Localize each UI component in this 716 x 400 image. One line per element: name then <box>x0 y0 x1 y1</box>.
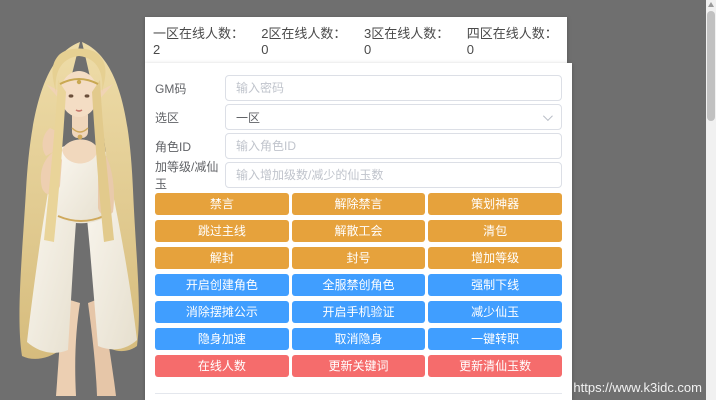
scrollbar-thumb[interactable] <box>707 11 715 121</box>
button-row-1: 禁言 解除禁言 策划神器 <box>155 193 562 215</box>
gm-panel-page: 一区在线人数：2 2区在线人数：0 3区在线人数：0 四区在线人数：0 GM码 … <box>0 0 716 400</box>
form-row-gm-code: GM码 <box>155 75 562 101</box>
role-id-label: 角色ID <box>155 138 225 155</box>
action-button-grid: 禁言 解除禁言 策划神器 跳过主线 解散工会 清包 解封 封号 增加等级 开启创… <box>155 193 562 377</box>
button-row-5: 消除摆摊公示 开启手机验证 减少仙玉 <box>155 301 562 323</box>
unban-button[interactable]: 解封 <box>155 247 289 269</box>
online-counts: 一区在线人数：2 2区在线人数：0 3区在线人数：0 四区在线人数：0 <box>145 23 567 57</box>
disband-guild-button[interactable]: 解散工会 <box>292 220 426 242</box>
skip-mainline-button[interactable]: 跳过主线 <box>155 220 289 242</box>
level-jade-input[interactable] <box>225 162 562 188</box>
button-row-7: 在线人数 更新关键词 更新清仙玉数 <box>155 355 562 377</box>
update-keywords-button[interactable]: 更新关键词 <box>292 355 426 377</box>
cancel-stealth-button[interactable]: 取消隐身 <box>292 328 426 350</box>
class-change-button[interactable]: 一键转职 <box>428 328 562 350</box>
unmute-button[interactable]: 解除禁言 <box>292 193 426 215</box>
role-id-input[interactable] <box>225 133 562 159</box>
planner-tool-button[interactable]: 策划神器 <box>428 193 562 215</box>
mute-button[interactable]: 禁言 <box>155 193 289 215</box>
chevron-down-icon <box>543 111 553 121</box>
zone4-online-count: 四区在线人数：0 <box>467 23 559 57</box>
button-row-2: 跳过主线 解散工会 清包 <box>155 220 562 242</box>
online-counts-card: 一区在线人数：2 2区在线人数：0 3区在线人数：0 四区在线人数：0 <box>145 17 567 63</box>
reduce-jade-button[interactable]: 减少仙玉 <box>428 301 562 323</box>
online-count-button[interactable]: 在线人数 <box>155 355 289 377</box>
disable-create-role-button[interactable]: 全服禁创角色 <box>292 274 426 296</box>
zone3-online-count: 3区在线人数：0 <box>364 23 451 57</box>
level-jade-label: 加等级/减仙玉 <box>155 158 225 192</box>
stealth-speed-button[interactable]: 隐身加速 <box>155 328 289 350</box>
gm-code-input[interactable] <box>225 75 562 101</box>
form-row-level-jade: 加等级/减仙玉 <box>155 162 562 188</box>
form-row-zone: 选区 一区 <box>155 104 562 130</box>
gm-code-label: GM码 <box>155 80 225 97</box>
enable-create-role-button[interactable]: 开启创建角色 <box>155 274 289 296</box>
form-row-role-id: 角色ID <box>155 133 562 159</box>
gm-tools-card: GM码 选区 一区 角色ID 加等级/减仙玉 禁言 解除禁言 策划神器 <box>145 63 572 400</box>
zone-select-value: 一区 <box>236 109 260 126</box>
update-jade-count-button[interactable]: 更新清仙玉数 <box>428 355 562 377</box>
zone-label: 选区 <box>155 109 225 126</box>
scroll-up-icon[interactable] <box>708 2 714 7</box>
zone2-online-count: 2区在线人数：0 <box>261 23 348 57</box>
zone-select[interactable]: 一区 <box>225 104 562 130</box>
button-row-6: 隐身加速 取消隐身 一键转职 <box>155 328 562 350</box>
add-level-button[interactable]: 增加等级 <box>428 247 562 269</box>
enable-phone-verify-button[interactable]: 开启手机验证 <box>292 301 426 323</box>
clear-stall-notice-button[interactable]: 消除摆摊公示 <box>155 301 289 323</box>
scrollbar[interactable] <box>706 0 716 400</box>
button-row-3: 解封 封号 增加等级 <box>155 247 562 269</box>
ban-button[interactable]: 封号 <box>292 247 426 269</box>
watermark-url: https://www.k3idc.com <box>573 380 702 395</box>
zone1-online-count: 一区在线人数：2 <box>153 23 245 57</box>
button-row-4: 开启创建角色 全服禁创角色 强制下线 <box>155 274 562 296</box>
section-divider <box>155 393 562 394</box>
clear-bag-button[interactable]: 清包 <box>428 220 562 242</box>
force-offline-button[interactable]: 强制下线 <box>428 274 562 296</box>
